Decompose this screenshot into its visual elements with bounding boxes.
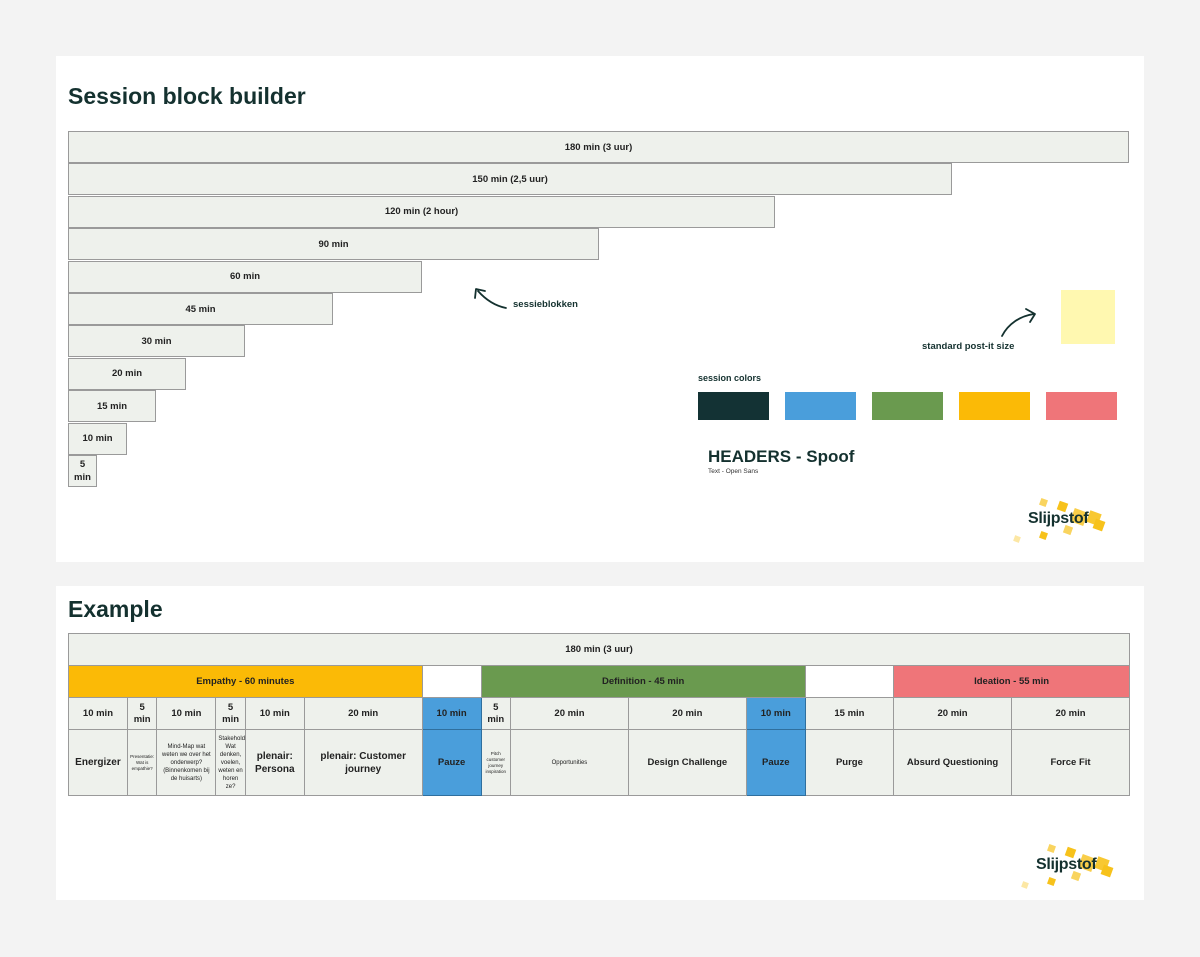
color-swatch-green [872,392,943,420]
slot-activity[interactable]: plenair: Customer journey [303,729,423,796]
slot-duration: 5 min [215,697,246,730]
slot-activity[interactable]: Design Challenge [627,729,747,796]
slot-duration: 5 min [480,697,512,730]
phase-spacer [421,665,482,698]
slot-duration: 20 min [1010,697,1131,730]
duration-row: 10 min 5 min 10 min 5 min 10 min 20 min 10 min… [68,697,1131,730]
logo-wordmark: Slijpstof [1028,510,1089,527]
slot-duration: 20 min [510,697,629,730]
session-block-60-min[interactable]: 60 min [68,260,422,293]
slot-duration: 10 min [68,697,128,730]
slot-activity[interactable]: Opportunities [510,729,629,796]
total-duration-cell: 180 min (3 uur) [67,633,1131,666]
session-block-120-min[interactable]: 120 min (2 hour) [68,195,775,228]
session-block-builder-card: Session block builder 180 min (3 uur) 150… [56,56,1144,562]
slot-activity[interactable]: Purge [804,729,895,796]
slot-activity[interactable]: Stakeholders: Wat denken, voelen, weten … [215,729,246,796]
session-block-150-min[interactable]: 150 min (2,5 uur) [68,163,952,196]
phase-empathy: Empathy - 60 minutes [68,665,423,698]
session-block-180-min[interactable]: 180 min (3 uur) [68,131,1129,163]
sessieblokken-annotation: sessieblokken [513,299,578,310]
phase-definition: Definition - 45 min [480,665,806,698]
slot-activity[interactable]: Presentatie: Wat is empathie? [126,729,158,796]
slot-duration: 10 min [745,697,806,730]
slot-activity[interactable]: Mind-Map wat weten we over het onderwerp… [156,729,217,796]
slot-activity[interactable]: Pauze [745,729,806,796]
curved-arrow-icon [1001,308,1036,337]
slot-duration: 10 min [421,697,482,730]
slot-duration: 10 min [156,697,217,730]
session-colors-label: session colors [698,373,762,383]
slot-duration: 20 min [893,697,1012,730]
slot-duration: 15 min [804,697,895,730]
color-swatch-dark-green [698,392,769,420]
postit-annotation: standard post-it size [922,341,1015,352]
session-block-45-min[interactable]: 45 min [68,293,333,325]
phase-row: Empathy - 60 minutes Definition - 45 min I… [68,665,1131,698]
slot-activity[interactable]: Energizer [68,729,128,796]
arrow-icon [474,288,507,309]
phase-ideation: Ideation - 55 min [893,665,1131,698]
color-swatch-blue [785,392,856,420]
headers-font-sample: HEADERS - Spoof [708,447,855,466]
slot-duration: 20 min [303,697,423,730]
example-card: Example 180 min (3 uur) Empathy - 60 min… [56,586,1144,900]
color-swatch-red [1046,392,1117,420]
activity-row: Energizer Presentatie: Wat is empathie? Mi… [68,729,1131,796]
session-block-15-min[interactable]: 15 min [68,390,156,423]
session-block-5-min[interactable]: 5 min [68,455,97,487]
slot-activity[interactable]: Pitch customer journey inspiration [480,729,512,796]
text-font-sample: Text - Open Sans [708,468,759,475]
builder-title: Session block builder [68,83,306,109]
slot-activity[interactable]: Pauze [421,729,482,796]
slot-activity[interactable]: Force Fit [1010,729,1131,796]
logo-wordmark: Slijpstof [1036,856,1097,873]
session-block-20-min[interactable]: 20 min [68,357,186,390]
session-block-30-min[interactable]: 30 min [68,325,245,358]
slot-activity[interactable]: plenair: Persona [244,729,305,796]
slot-duration: 20 min [627,697,747,730]
session-block-90-min[interactable]: 90 min [68,228,599,261]
slijpstof-logo: Slijpstof [1008,496,1118,546]
slot-activity[interactable]: Absurd Questioning [893,729,1012,796]
color-swatch-yellow [959,392,1030,420]
slot-duration: 5 min [126,697,158,730]
phase-spacer [804,665,895,698]
slot-duration: 10 min [244,697,305,730]
total-row: 180 min (3 uur) [67,633,1131,666]
session-block-10-min[interactable]: 10 min [68,422,127,455]
post-it-sample [1061,290,1115,344]
slijpstof-logo-footer: Slijpstof [1016,842,1126,892]
example-title: Example [68,596,163,622]
example-session-table: 180 min (3 uur) Empathy - 60 minutes Defi… [67,633,1131,796]
